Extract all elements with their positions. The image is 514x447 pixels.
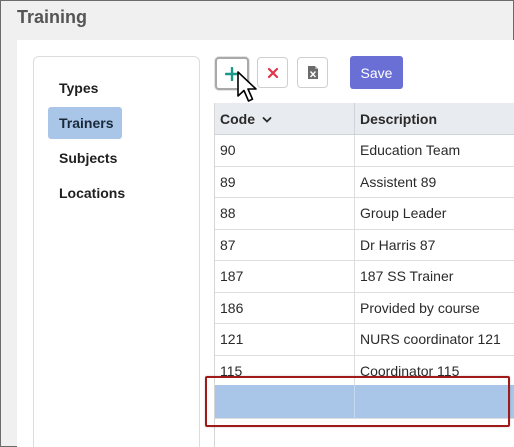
page-title: Training	[17, 7, 88, 27]
grid-header: Code Description	[215, 103, 514, 135]
new-row-highlight	[205, 376, 510, 427]
close-icon	[267, 67, 278, 78]
column-header-code[interactable]: Code	[215, 103, 355, 135]
column-header-code-label: Code	[220, 111, 255, 127]
cell-code[interactable]: 88	[215, 198, 355, 229]
cell-code[interactable]: 90	[215, 135, 355, 166]
table-row[interactable]: 87 Dr Harris 87	[215, 229, 514, 261]
sidebar-item-subjects[interactable]: Subjects	[48, 142, 122, 174]
cell-description[interactable]: Provided by course	[355, 293, 514, 324]
mouse-pointer-icon	[237, 71, 257, 102]
table-row[interactable]: 90 Education Team	[215, 135, 514, 167]
cell-description[interactable]: NURS coordinator 121	[355, 324, 514, 355]
cell-code[interactable]: 187	[215, 261, 355, 292]
delete-button[interactable]	[257, 57, 288, 88]
table-row[interactable]: 89 Assistent 89	[215, 166, 514, 198]
column-header-description[interactable]: Description	[355, 103, 514, 135]
table-row[interactable]: 186 Provided by course	[215, 292, 514, 324]
chevron-down-icon	[262, 117, 272, 124]
cell-code[interactable]: 186	[215, 292, 355, 324]
cell-code[interactable]: 121	[215, 324, 355, 355]
sidebar-item-trainers[interactable]: Trainers	[48, 107, 122, 139]
sidebar: Types Trainers Subjects Locations	[33, 56, 200, 447]
cell-description[interactable]: Dr Harris 87	[355, 230, 514, 261]
table-row[interactable]: 121 NURS coordinator 121	[215, 324, 514, 356]
sidebar-item-locations[interactable]: Locations	[48, 177, 125, 209]
table-row[interactable]: 88 Group Leader	[215, 198, 514, 230]
cell-description[interactable]: 187 SS Trainer	[355, 261, 514, 292]
cell-code[interactable]: 87	[215, 229, 355, 261]
cell-code[interactable]: 89	[215, 166, 355, 198]
cell-description[interactable]: Group Leader	[355, 198, 514, 229]
table-row[interactable]: 187 187 SS Trainer	[215, 261, 514, 293]
cell-description[interactable]: Education Team	[355, 135, 514, 166]
cell-description[interactable]: Assistent 89	[355, 167, 514, 198]
save-button[interactable]: Save	[350, 56, 403, 89]
excel-file-icon	[307, 66, 318, 79]
sidebar-item-types[interactable]: Types	[48, 72, 122, 104]
export-excel-button[interactable]	[297, 57, 328, 88]
